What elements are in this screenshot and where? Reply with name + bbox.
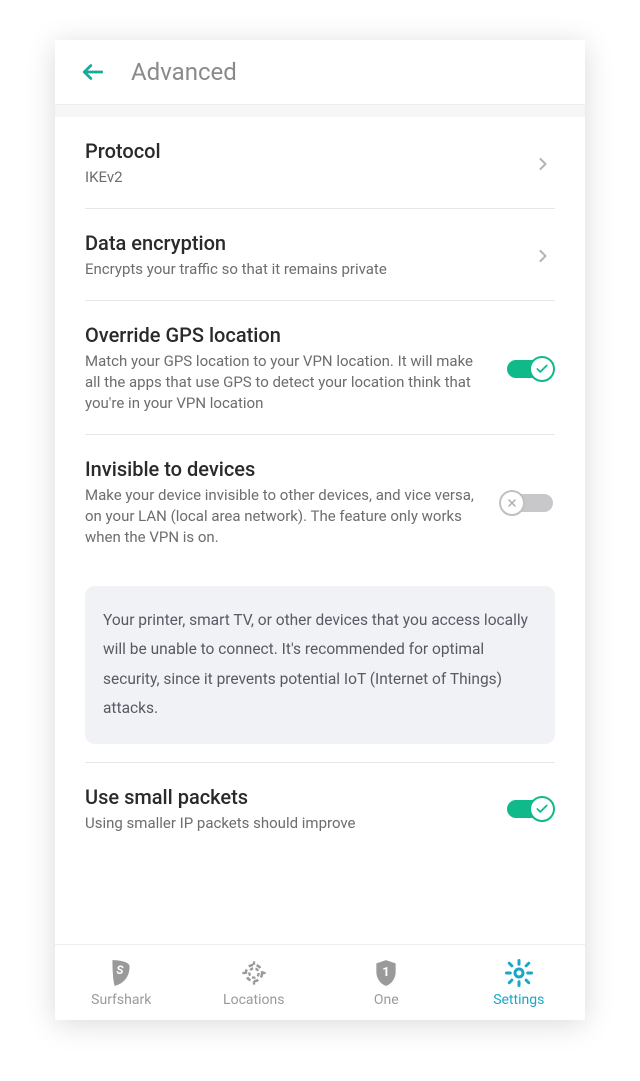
gear-icon — [504, 958, 534, 988]
setting-encryption[interactable]: Data encryption Encrypts your traffic so… — [85, 209, 555, 301]
gps-toggle[interactable] — [499, 355, 555, 383]
settings-list: Protocol IKEv2 Data encryption Encrypts … — [55, 117, 585, 944]
setting-desc: Make your device invisible to other devi… — [85, 485, 487, 548]
nav-settings[interactable]: Settings — [453, 945, 586, 1020]
setting-desc: Encrypts your traffic so that it remains… — [85, 259, 519, 280]
back-button[interactable] — [79, 58, 107, 86]
svg-text:S: S — [117, 963, 125, 977]
nav-one[interactable]: 1 One — [320, 945, 453, 1020]
section-gap — [55, 105, 585, 117]
setting-protocol[interactable]: Protocol IKEv2 — [85, 117, 555, 209]
check-icon — [535, 802, 549, 816]
check-icon — [535, 362, 549, 376]
nav-locations[interactable]: Locations — [188, 945, 321, 1020]
setting-title: Use small packets — [85, 785, 487, 809]
x-icon — [506, 497, 518, 509]
arrow-left-icon — [80, 59, 106, 85]
setting-desc: Match your GPS location to your VPN loca… — [85, 351, 487, 414]
setting-desc: Using smaller IP packets should improve — [85, 813, 487, 834]
surfshark-icon: S — [106, 958, 136, 988]
setting-title: Protocol — [85, 139, 519, 163]
bottom-nav: S Surfshark Locations 1 One Settings — [55, 944, 585, 1020]
shield-one-icon: 1 — [371, 958, 401, 988]
nav-label: One — [374, 992, 399, 1008]
nav-surfshark[interactable]: S Surfshark — [55, 945, 188, 1020]
globe-icon — [239, 958, 269, 988]
nav-label: Locations — [223, 992, 284, 1008]
setting-invisible: Invisible to devices Make your device in… — [85, 435, 555, 568]
setting-gps-override: Override GPS location Match your GPS loc… — [85, 301, 555, 435]
setting-value: IKEv2 — [85, 167, 519, 188]
setting-small-packets: Use small packets Using smaller IP packe… — [85, 763, 555, 838]
app-screen: Advanced Protocol IKEv2 Data encryption … — [55, 40, 585, 1020]
nav-label: Settings — [493, 992, 544, 1008]
invisible-note: Your printer, smart TV, or other devices… — [85, 586, 555, 744]
nav-label: Surfshark — [91, 992, 151, 1008]
svg-text:1: 1 — [383, 965, 390, 980]
invisible-toggle[interactable] — [499, 489, 555, 517]
header-bar: Advanced — [55, 40, 585, 105]
chevron-right-icon — [531, 152, 555, 176]
packets-toggle[interactable] — [499, 795, 555, 823]
setting-title: Invisible to devices — [85, 457, 487, 481]
chevron-right-icon — [531, 244, 555, 268]
setting-title: Data encryption — [85, 231, 519, 255]
setting-title: Override GPS location — [85, 323, 487, 347]
page-title: Advanced — [131, 58, 237, 86]
